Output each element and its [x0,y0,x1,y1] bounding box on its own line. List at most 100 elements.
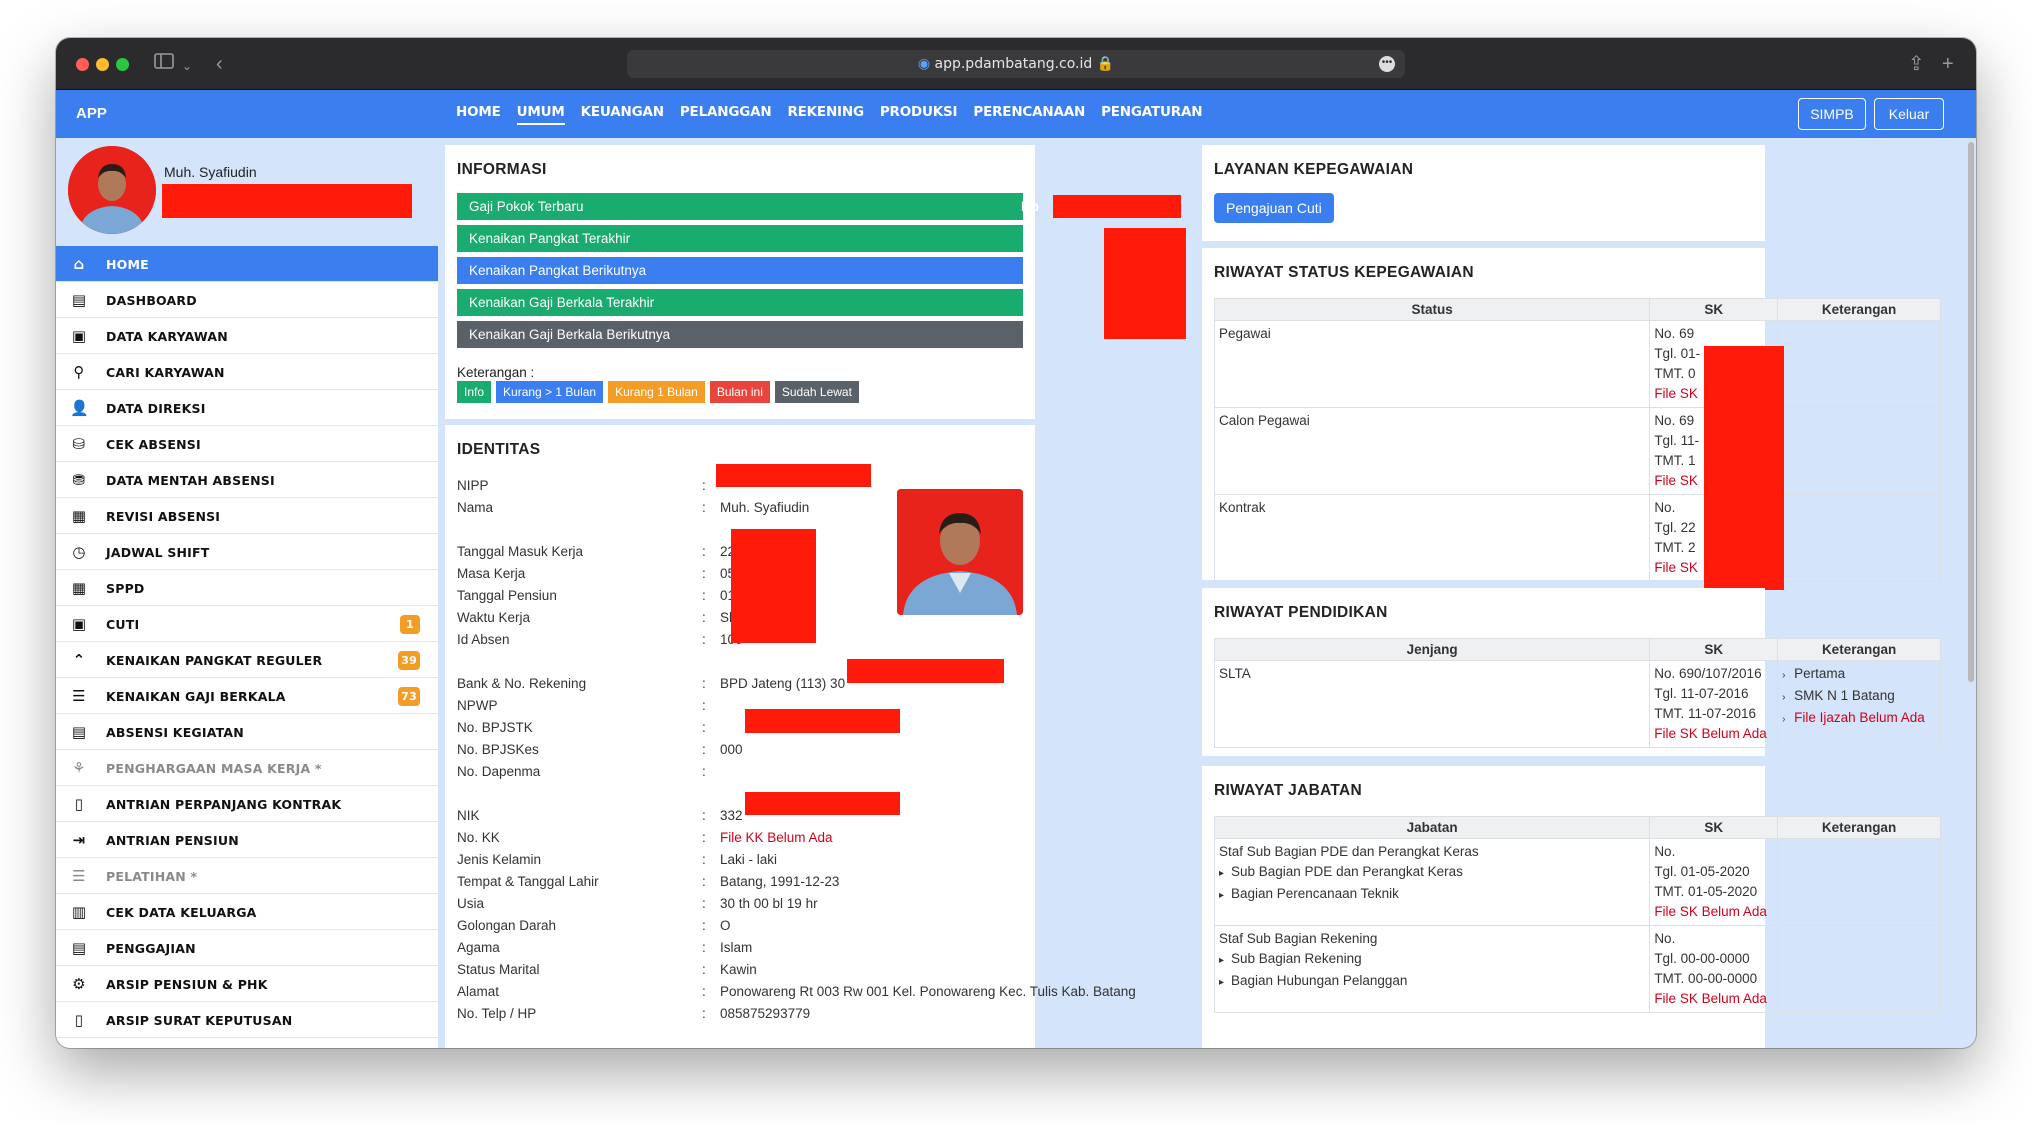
field-label: Agama [457,940,500,955]
minimize-window-button[interactable] [96,58,109,71]
field-label: No. BPJSKes [457,742,539,757]
sidebar-item-kenaikan-gaji-berkala[interactable]: ☰ KENAIKAN GAJI BERKALA 73 [56,678,438,714]
sidebar-item-data-karyawan[interactable]: ▣ DATA KARYAWAN [56,318,438,354]
nav-umum[interactable]: UMUM [516,104,565,125]
field-label: No. KK [457,830,500,845]
sidebar-item-cuti[interactable]: ▣ CUTI 1 [56,606,438,642]
sk-file-link[interactable]: File SK Belum Ada [1654,724,1773,744]
field-colon: : [702,962,706,977]
field-value: 30 th 00 bl 19 hr [720,896,818,911]
sidebar-toggle-icon[interactable] [154,51,176,77]
status-cell: Kontrak [1213,494,1651,582]
redacted-block [847,659,1004,683]
sidebar-item-arsip-surat-keputusan[interactable]: ▯ ARSIP SURAT KEPUTUSAN [56,1002,438,1038]
sidebar-item-label: ARSIP SURAT KEPUTUSAN [106,1013,293,1028]
caret-right-icon: ▸ [1219,955,1225,966]
sidebar-item-antrian-perpanjang-kontrak[interactable]: ▯ ANTRIAN PERPANJANG KONTRAK [56,786,438,822]
field-value: 332 [720,808,743,823]
nav-perencanaan[interactable]: PERENCANAAN [973,104,1085,125]
legend-chip: Sudah Lewat [774,381,859,403]
sidebar-item-cari-karyawan[interactable]: ⚲ CARI KARYAWAN [56,354,438,390]
chevron-down-icon[interactable]: ⌄ [182,53,192,79]
nav-produksi[interactable]: PRODUKSI [880,104,958,125]
sidebar-item-revisi-absensi[interactable]: ▦ REVISI ABSENSI [56,498,438,534]
sidebar-item-antrian-pensiun[interactable]: ⇥ ANTRIAN PENSIUN [56,822,438,858]
dashboard-icon: ▤ [71,291,87,309]
share-icon[interactable]: ⇪ [1908,51,1925,77]
field-colon: : [702,896,706,911]
field-colon: : [702,852,706,867]
sidebar-item-arsip-pensiun-phk[interactable]: ⚙ ARSIP PENSIUN & PHK [56,966,438,1002]
nav-keuangan[interactable]: KEUANGAN [581,104,664,125]
cell-line: ▸ Sub Bagian Rekening [1219,949,1645,971]
sidebar-item-penggajian[interactable]: ▤ PENGGAJIAN [56,930,438,966]
sk-cell: No. 690/107/2016 Tgl. 11-07-2016 TMT. 11-0… [1649,660,1779,748]
sidebar-item-dashboard[interactable]: ▤ DASHBOARD [56,282,438,318]
field-label: Status Marital [457,962,540,977]
field-value[interactable]: File KK Belum Ada [720,830,833,845]
field-value: Kawin [720,962,757,977]
sidebar-item-absensi-kegiatan[interactable]: ▤ ABSENSI KEGIATAN [56,714,438,750]
cell-line: No. [1654,931,1676,946]
table-row: Pegawai No. 69 Tgl. 01- TMT. 0 File SK [1213,320,1941,408]
url-text: ◉ app.pdambatang.co.id 🔒 [917,56,1115,72]
sidebar-item-kenaikan-pangkat-reguler[interactable]: ⌃ KENAIKAN PANGKAT REGULER 39 [56,642,438,678]
more-icon[interactable]: ••• [1379,56,1395,72]
nav-pengaturan[interactable]: PENGATURAN [1101,104,1202,125]
logout-button[interactable]: Keluar [1874,98,1944,130]
field-label: Tanggal Pensiun [457,588,557,603]
sidebar-item-pelatihan[interactable]: ☰ PELATIHAN * [56,858,438,894]
education-table: Jenjang SK Keterangan SLTA No. 690/107/2016 T… [1213,638,1941,748]
jabatan-title: Staf Sub Bagian PDE dan Perangkat Keras [1219,844,1479,859]
zoom-window-button[interactable] [116,58,129,71]
tasks-icon: ☰ [72,867,86,885]
status-table: Status SK Keterangan Pegawai No. 69 Tgl. 01- T… [1213,298,1941,582]
page-scrollbar[interactable] [1968,142,1974,682]
field-label: Bank & No. Rekening [457,676,587,691]
sidebar-item-cek-data-keluarga[interactable]: ▥ CEK DATA KELUARGA [56,894,438,930]
sidebar-item-sppd[interactable]: ▦ SPPD [56,570,438,606]
field-label: Tempat & Tanggal Lahir [457,874,599,889]
column-header: SK [1649,638,1779,661]
profile-name: Muh. Syafiudin [164,164,257,180]
sidebar-item-home[interactable]: ⌂ HOME [56,246,438,282]
address-bar[interactable]: ◉ app.pdambatang.co.id 🔒 ••• [627,50,1405,78]
keterangan-cell [1777,838,1941,926]
sidebar-item-label: DATA DIREKSI [106,401,206,416]
sidebar-item-cek-absensi[interactable]: ⛁ CEK ABSENSI [56,426,438,462]
app-brand[interactable]: APP [76,105,107,122]
sk-file-link[interactable]: File SK Belum Ada [1654,989,1773,1009]
simpb-button[interactable]: SIMPB [1798,98,1866,130]
field-colon: : [702,830,706,845]
nav-home[interactable]: HOME [456,104,501,125]
sidebar-item-data-direksi[interactable]: 👤 DATA DIREKSI [56,390,438,426]
cell-line: No. [1654,844,1676,859]
field-nama: Nama: Muh. Syafiudin [457,500,1017,518]
field-colon: : [702,984,706,999]
field-label: Jenis Kelamin [457,852,542,867]
field-colon: : [702,500,706,515]
nav-pelanggan[interactable]: PELANGGAN [680,104,772,125]
new-tab-icon[interactable]: + [1942,51,1954,77]
leave-request-button[interactable]: Pengajuan Cuti [1214,193,1334,223]
unit-text: Bagian Hubungan Pelanggan [1231,973,1408,988]
sidebar-item-penghargaan-masa-kerja[interactable]: ⚘ PENGHARGAAN MASA KERJA * [56,750,438,786]
nav-rekening[interactable]: REKENING [787,104,864,125]
field-no-kk: No. KK: File KK Belum Ada [457,830,1017,848]
close-window-button[interactable] [76,58,89,71]
field-colon: : [702,676,706,691]
sk-file-link[interactable]: File SK Belum Ada [1654,902,1773,922]
sidebar-item-label: KENAIKAN GAJI BERKALA [106,689,286,704]
field-nik: NIK:332 [457,808,1017,826]
field-colon: : [702,764,706,779]
ijazah-file-link[interactable]: › File Ijazah Belum Ada [1782,708,1936,730]
sidebar-item-data-mentah-absensi[interactable]: ⛃ DATA MENTAH ABSENSI [56,462,438,498]
riwayat-status-panel: RIWAYAT STATUS KEPEGAWAIAN Status SK Keter… [1202,248,1941,590]
sidebar-item-jadwal-shift[interactable]: ◷ JADWAL SHIFT [56,534,438,570]
cell-line: ▸ Sub Bagian PDE dan Perangkat Keras [1219,862,1645,884]
sk-cell: No. Tgl. 00-00-0000 TMT. 00-00-0000 File SK… [1649,925,1779,1013]
cell-line: ▸ Bagian Hubungan Pelanggan [1219,971,1645,993]
info-bar-label: Kenaikan Gaji Berkala Berikutnya [469,327,671,342]
back-icon[interactable]: ‹ [216,51,223,77]
cell-line: No. 690/107/2016 [1654,666,1762,681]
